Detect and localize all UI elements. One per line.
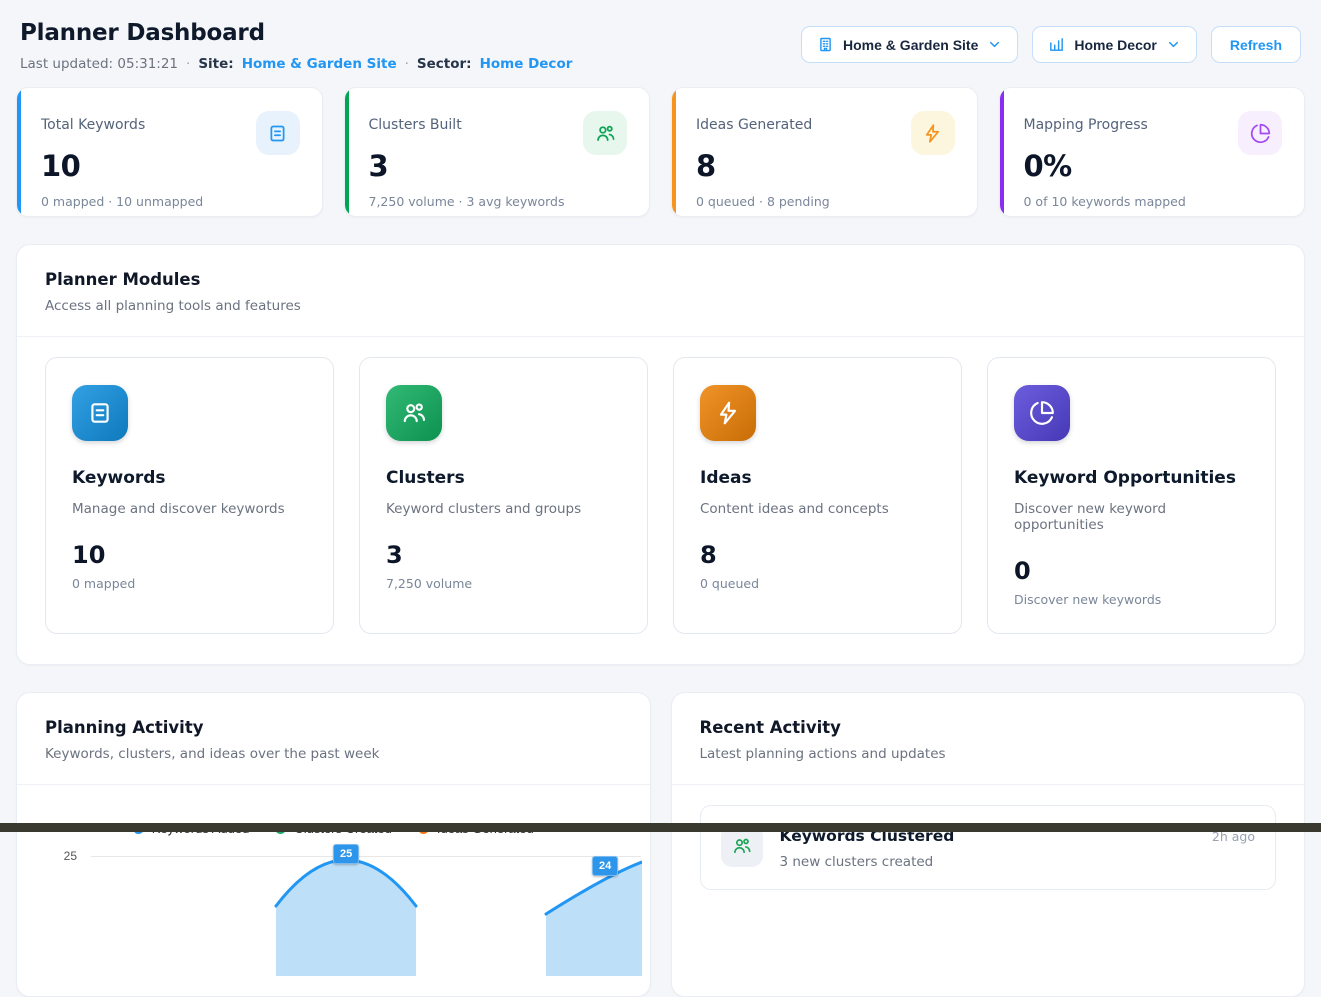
y-axis-tick: 25	[17, 849, 77, 863]
planning-activity-chart: 25 25 24	[17, 836, 650, 996]
stat-caption: 0 of 10 keywords mapped	[1024, 194, 1283, 209]
planning-activity-panel: Planning Activity Keywords, clusters, an…	[16, 692, 651, 997]
activity-list-item[interactable]: Keywords Clustered 3 new clusters create…	[700, 805, 1277, 890]
stat-title: Ideas Generated	[696, 111, 812, 133]
bar-chart-icon	[1048, 36, 1065, 53]
pie-chart-icon	[1014, 385, 1070, 441]
stat-card-mapping-progress: Mapping Progress 0% 0 of 10 keywords map…	[999, 87, 1306, 217]
sector-selector-label: Home Decor	[1074, 37, 1156, 53]
pie-chart-icon	[1238, 111, 1282, 155]
stat-caption: 7,250 volume · 3 avg keywords	[369, 194, 628, 209]
bottom-dark-bar	[0, 823, 1321, 832]
module-title: Ideas	[700, 468, 935, 488]
meta-separator: ·	[186, 56, 190, 72]
activity-item-description: 3 new clusters created	[780, 854, 1195, 870]
planner-modules-panel: Planner Modules Access all planning tool…	[16, 244, 1305, 665]
sector-selector-button[interactable]: Home Decor	[1032, 26, 1196, 63]
module-title: Keywords	[72, 468, 307, 488]
document-icon	[72, 385, 128, 441]
module-caption: Discover new keywords	[1014, 592, 1249, 607]
module-description: Keyword clusters and groups	[386, 501, 621, 517]
module-caption: 0 queued	[700, 576, 935, 591]
activity-panel-subtitle: Keywords, clusters, and ideas over the p…	[45, 746, 622, 762]
stat-accent-bar	[672, 88, 676, 216]
stat-card-total-keywords: Total Keywords 10 0 mapped · 10 unmapped	[16, 87, 323, 217]
stat-value: 3	[369, 149, 628, 183]
module-description: Discover new keyword opportunities	[1014, 501, 1249, 533]
bolt-icon	[700, 385, 756, 441]
data-label-24: 24	[592, 856, 618, 876]
header-meta: Last updated: 05:31:21 · Site: Home & Ga…	[20, 56, 572, 72]
users-icon	[386, 385, 442, 441]
building-icon	[817, 36, 834, 53]
stat-accent-bar	[1000, 88, 1004, 216]
recent-activity-panel: Recent Activity Latest planning actions …	[671, 692, 1306, 997]
stat-value: 10	[41, 149, 300, 183]
sector-label: Sector:	[417, 56, 472, 72]
chevron-down-icon	[1166, 37, 1181, 52]
chevron-down-icon	[987, 37, 1002, 52]
module-description: Manage and discover keywords	[72, 501, 307, 517]
stat-card-clusters-built: Clusters Built 3 7,250 volume · 3 avg ke…	[344, 87, 651, 217]
module-caption: 7,250 volume	[386, 576, 621, 591]
stat-title: Mapping Progress	[1024, 111, 1148, 133]
module-card-clusters[interactable]: Clusters Keyword clusters and groups 3 7…	[359, 357, 648, 634]
site-selector-button[interactable]: Home & Garden Site	[801, 26, 1018, 63]
module-value: 3	[386, 541, 621, 569]
refresh-button-label: Refresh	[1230, 37, 1282, 53]
users-icon	[583, 111, 627, 155]
module-caption: 0 mapped	[72, 576, 307, 591]
recent-panel-subtitle: Latest planning actions and updates	[700, 746, 1277, 762]
refresh-button[interactable]: Refresh	[1211, 26, 1301, 63]
modules-panel-title: Planner Modules	[45, 270, 1276, 289]
stat-title: Total Keywords	[41, 111, 145, 133]
planner-dashboard-page: Planner Dashboard Last updated: 05:31:21…	[0, 0, 1321, 997]
stat-caption: 0 queued · 8 pending	[696, 194, 955, 209]
module-card-keywords[interactable]: Keywords Manage and discover keywords 10…	[45, 357, 334, 634]
page-title: Planner Dashboard	[20, 20, 572, 46]
toolbar: Home & Garden Site Home Decor Refresh	[801, 26, 1301, 63]
stat-card-ideas-generated: Ideas Generated 8 0 queued · 8 pending	[671, 87, 978, 217]
stat-value: 0%	[1024, 149, 1283, 183]
site-link[interactable]: Home & Garden Site	[242, 56, 397, 72]
keywords-added-area-series	[91, 836, 642, 976]
site-label: Site:	[198, 56, 233, 72]
modules-panel-subtitle: Access all planning tools and features	[45, 298, 1276, 314]
stat-caption: 0 mapped · 10 unmapped	[41, 194, 300, 209]
module-description: Content ideas and concepts	[700, 501, 935, 517]
module-value: 10	[72, 541, 307, 569]
module-card-ideas[interactable]: Ideas Content ideas and concepts 8 0 que…	[673, 357, 962, 634]
meta-separator: ·	[405, 56, 409, 72]
document-icon	[256, 111, 300, 155]
bolt-icon	[911, 111, 955, 155]
stat-accent-bar	[345, 88, 349, 216]
module-value: 8	[700, 541, 935, 569]
activity-panel-title: Planning Activity	[45, 718, 622, 737]
module-title: Keyword Opportunities	[1014, 468, 1249, 488]
stat-title: Clusters Built	[369, 111, 462, 133]
stats-row: Total Keywords 10 0 mapped · 10 unmapped…	[16, 87, 1305, 217]
data-label-25: 25	[333, 844, 359, 864]
recent-panel-title: Recent Activity	[700, 718, 1277, 737]
stat-accent-bar	[17, 88, 21, 216]
module-card-keyword-opportunities[interactable]: Keyword Opportunities Discover new keywo…	[987, 357, 1276, 634]
module-title: Clusters	[386, 468, 621, 488]
last-updated-text: Last updated: 05:31:21	[20, 56, 178, 72]
module-value: 0	[1014, 557, 1249, 585]
stat-value: 8	[696, 149, 955, 183]
header: Planner Dashboard Last updated: 05:31:21…	[16, 20, 1305, 72]
site-selector-label: Home & Garden Site	[843, 37, 978, 53]
sector-link[interactable]: Home Decor	[480, 56, 573, 72]
